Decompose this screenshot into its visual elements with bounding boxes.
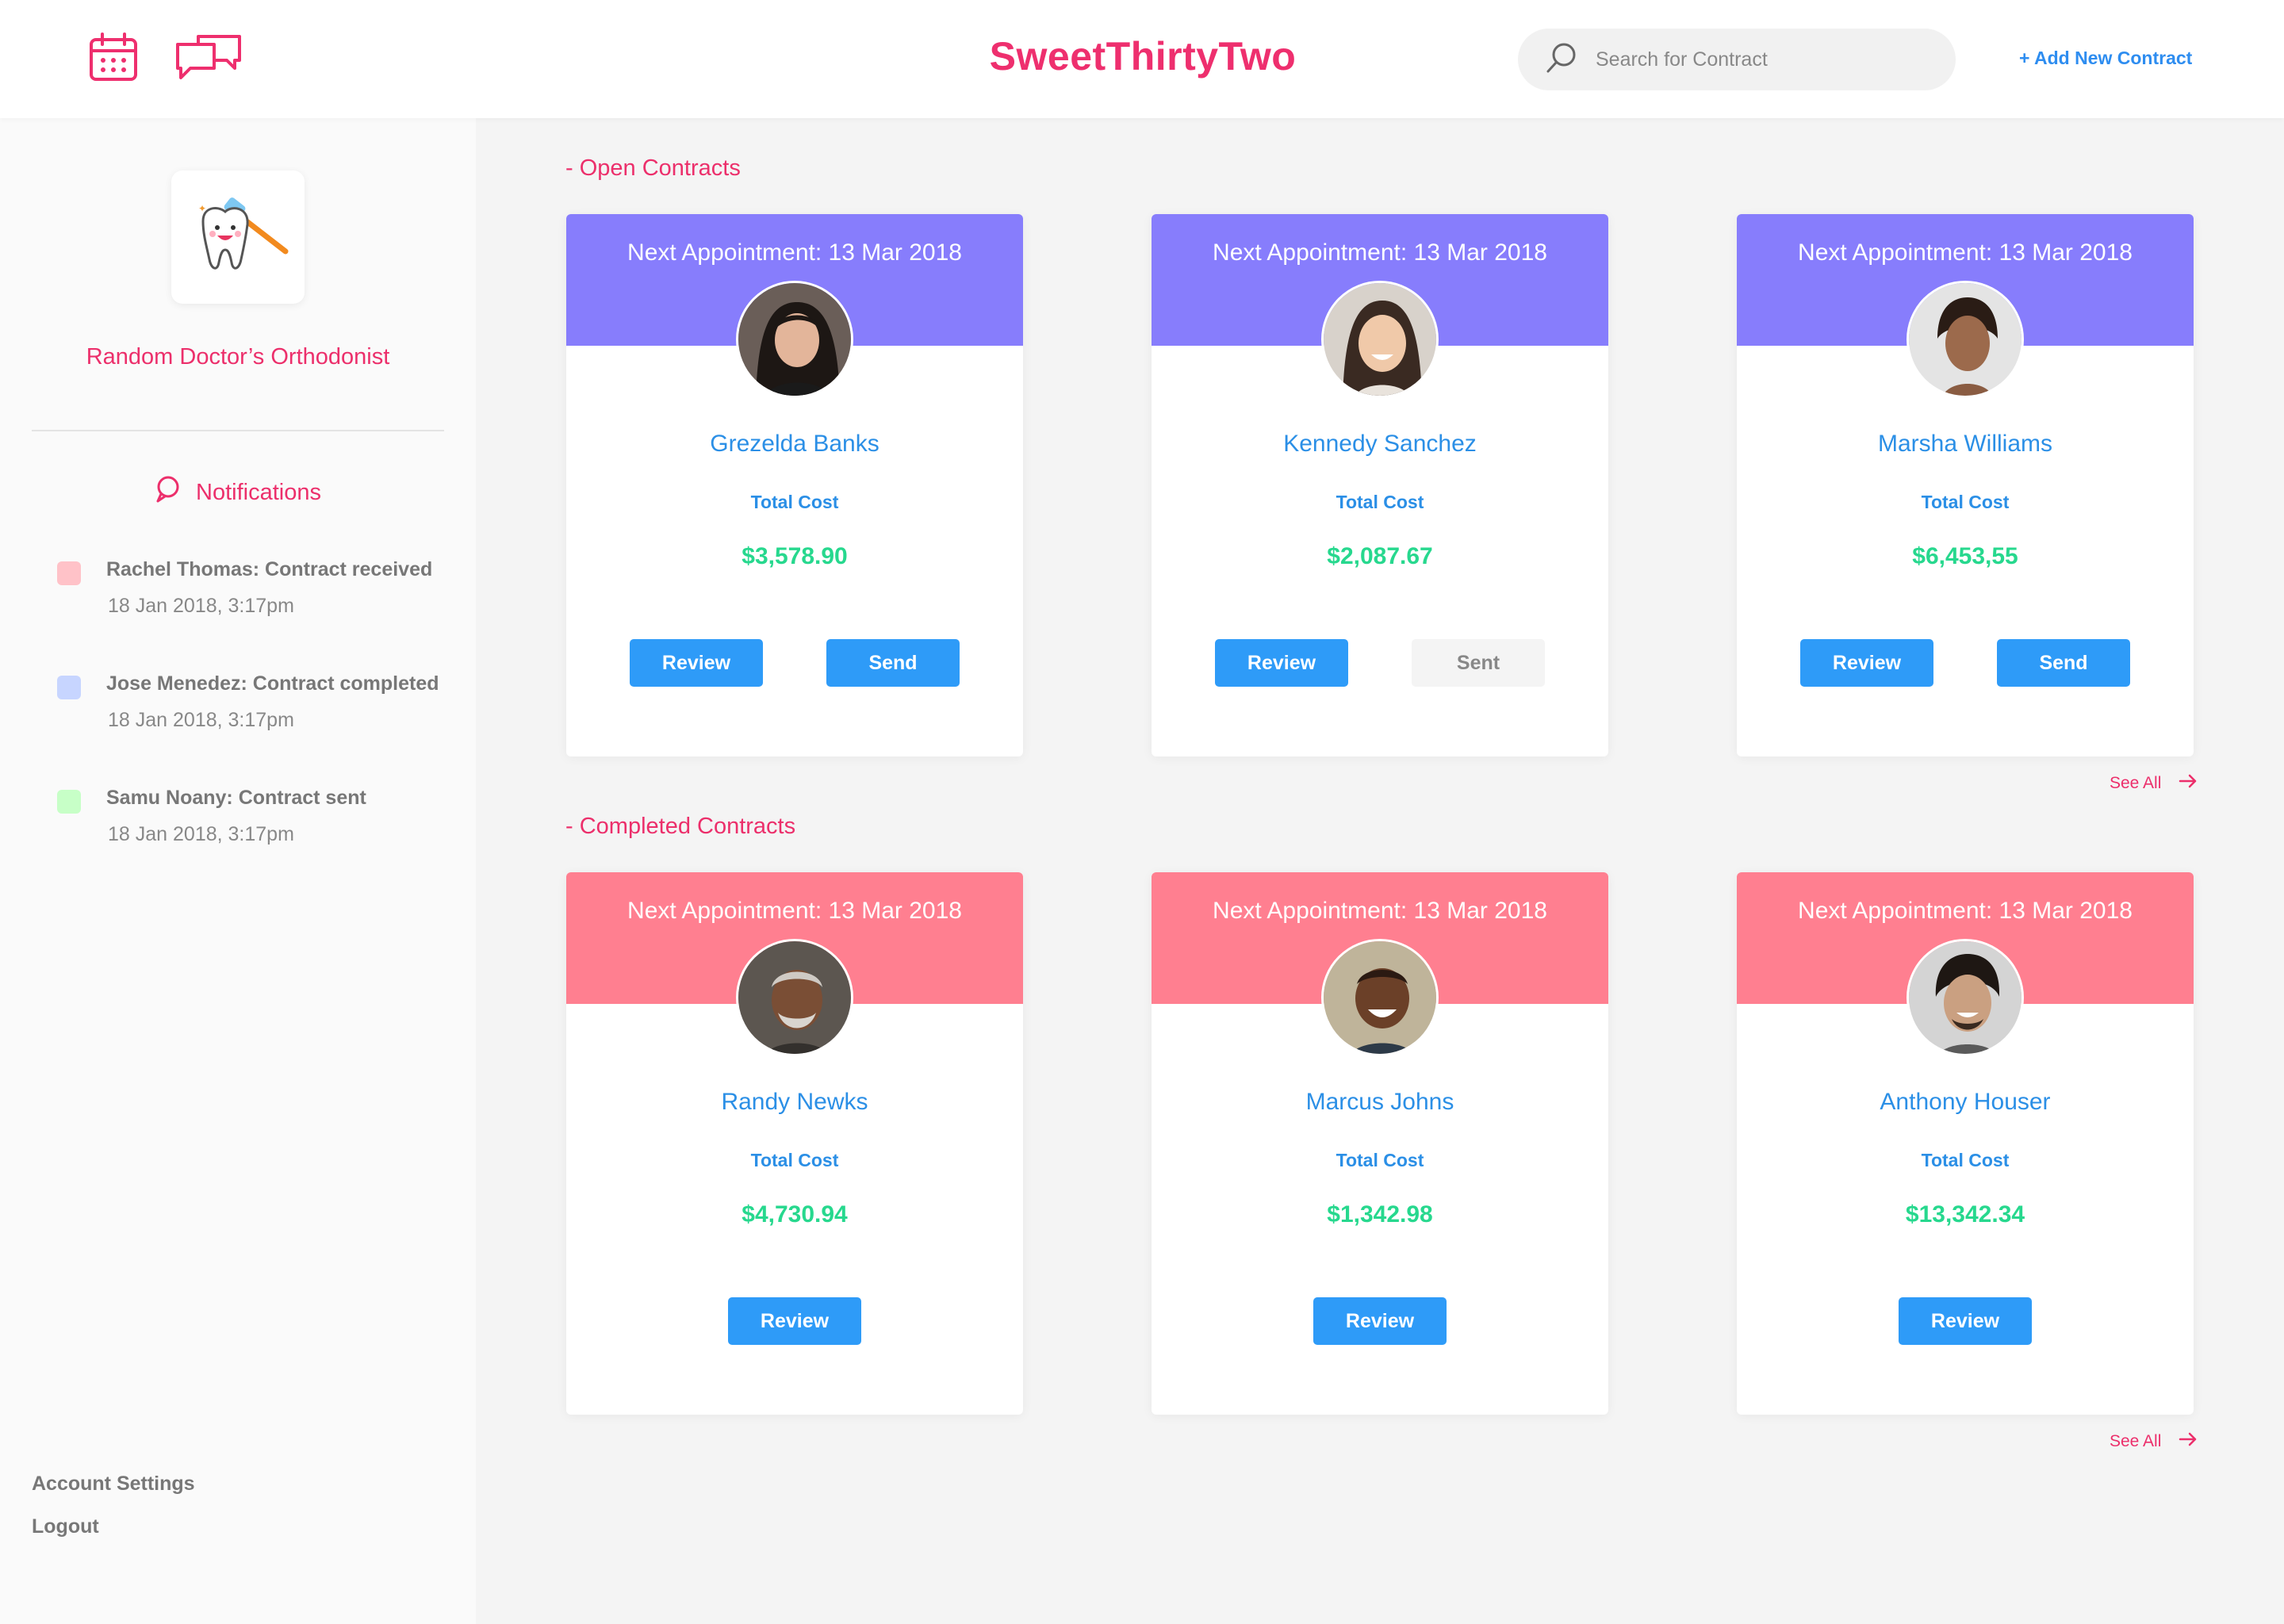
avatar	[1907, 939, 2024, 1056]
notifications-title: Notifications	[196, 479, 321, 505]
avatar	[1907, 281, 2024, 398]
total-cost-value: $3,578.90	[742, 543, 848, 569]
see-all-label: See All	[2110, 1432, 2162, 1450]
top-bar: SweetThirtyTwo + Add New Contract	[0, 0, 2284, 118]
send-button[interactable]: Send	[826, 639, 960, 687]
avatar	[736, 281, 853, 398]
total-cost-label: Total Cost	[1336, 1150, 1424, 1170]
appointment-date: Next Appointment: 13 Mar 2018	[1213, 239, 1547, 266]
appointment-date: Next Appointment: 13 Mar 2018	[1213, 898, 1547, 924]
contract-card: Next Appointment: 13 Mar 2018 Marcus Joh…	[1152, 872, 1608, 1415]
search-icon	[1518, 41, 1578, 79]
total-cost-label: Total Cost	[1336, 492, 1424, 512]
arrow-right-icon	[2179, 774, 2198, 793]
patient-name: Grezelda Banks	[710, 431, 879, 457]
patient-name: Marcus Johns	[1305, 1089, 1454, 1115]
brand-title: SweetThirtyTwo	[989, 34, 1297, 79]
arrow-right-icon	[2179, 1432, 2198, 1451]
notification-time: 18 Jan 2018, 3:17pm	[108, 823, 294, 845]
notification-status-dot	[57, 790, 81, 814]
notification-text: Jose Menedez: Contract completed	[106, 672, 439, 695]
search-input[interactable]	[1594, 47, 1927, 72]
sidebar-divider	[32, 430, 444, 431]
clinic-name: Random Doctor’s Orthodonist	[86, 344, 390, 370]
contract-card: Next Appointment: 13 Mar 2018 Grezelda B…	[566, 214, 1023, 756]
calendar-icon[interactable]	[89, 32, 138, 86]
review-button[interactable]: Review	[728, 1297, 861, 1345]
review-button[interactable]: Review	[1313, 1297, 1447, 1345]
appointment-date: Next Appointment: 13 Mar 2018	[627, 239, 962, 266]
total-cost-value: $1,342.98	[1327, 1201, 1433, 1228]
patient-name: Kennedy Sanchez	[1283, 431, 1477, 457]
sidebar: ✦ Random Doctor’s Orthodonist Notificati…	[0, 118, 476, 1624]
review-button[interactable]: Review	[1215, 639, 1348, 687]
total-cost-label: Total Cost	[1921, 492, 2010, 512]
total-cost-label: Total Cost	[1921, 1150, 2010, 1170]
total-cost-value: $2,087.67	[1327, 543, 1433, 569]
tooth-logo-icon: ✦	[198, 197, 289, 270]
appointment-date: Next Appointment: 13 Mar 2018	[627, 898, 962, 924]
logout-link[interactable]: Logout	[32, 1515, 99, 1538]
clinic-logo: ✦	[171, 170, 305, 304]
send-button[interactable]: Send	[1997, 639, 2130, 687]
appointment-date: Next Appointment: 13 Mar 2018	[1798, 898, 2133, 924]
patient-name: Marsha Williams	[1877, 431, 2053, 457]
see-all-label: See All	[2110, 774, 2162, 792]
review-button[interactable]: Review	[1800, 639, 1933, 687]
contract-card: Next Appointment: 13 Mar 2018 Kennedy Sa…	[1152, 214, 1608, 756]
notification-text: Rachel Thomas: Contract received	[106, 558, 433, 580]
notification-time: 18 Jan 2018, 3:17pm	[108, 709, 294, 731]
search-bar[interactable]	[1518, 29, 1956, 90]
total-cost-value: $13,342.34	[1905, 1201, 2025, 1228]
add-new-contract-link[interactable]: + Add New Contract	[2019, 48, 2192, 69]
contract-card: Next Appointment: 13 Mar 2018 Randy Newk…	[566, 872, 1023, 1415]
total-cost-label: Total Cost	[750, 1150, 839, 1170]
review-button[interactable]: Review	[1899, 1297, 2032, 1345]
patient-name: Anthony Houser	[1880, 1089, 2051, 1115]
completed-contracts-title: - Completed Contracts	[565, 814, 796, 839]
total-cost-value: $4,730.94	[742, 1201, 848, 1228]
notification-time: 18 Jan 2018, 3:17pm	[108, 595, 294, 617]
avatar	[736, 939, 853, 1056]
avatar	[1321, 281, 1439, 398]
total-cost-value: $6,453,55	[1912, 543, 2018, 569]
see-all-open-link[interactable]: See All	[2110, 774, 2198, 793]
speech-bubble-icon	[155, 475, 180, 510]
notifications-header: Notifications	[0, 475, 476, 510]
sent-button[interactable]: Sent	[1412, 639, 1545, 687]
patient-name: Randy Newks	[721, 1089, 868, 1115]
review-button[interactable]: Review	[630, 639, 763, 687]
svg-text:✦: ✦	[198, 203, 206, 214]
total-cost-label: Total Cost	[750, 492, 839, 512]
see-all-completed-link[interactable]: See All	[2110, 1432, 2198, 1451]
avatar	[1321, 939, 1439, 1056]
chat-icon[interactable]	[174, 33, 243, 86]
notification-status-dot	[57, 676, 81, 699]
appointment-date: Next Appointment: 13 Mar 2018	[1798, 239, 2133, 266]
contract-card: Next Appointment: 13 Mar 2018 Anthony Ho…	[1737, 872, 2194, 1415]
notification-text: Samu Noany: Contract sent	[106, 787, 366, 809]
account-settings-link[interactable]: Account Settings	[32, 1473, 195, 1496]
notification-status-dot	[57, 561, 81, 585]
contract-card: Next Appointment: 13 Mar 2018 Marsha Wil…	[1737, 214, 2194, 756]
open-contracts-title: - Open Contracts	[565, 155, 741, 181]
